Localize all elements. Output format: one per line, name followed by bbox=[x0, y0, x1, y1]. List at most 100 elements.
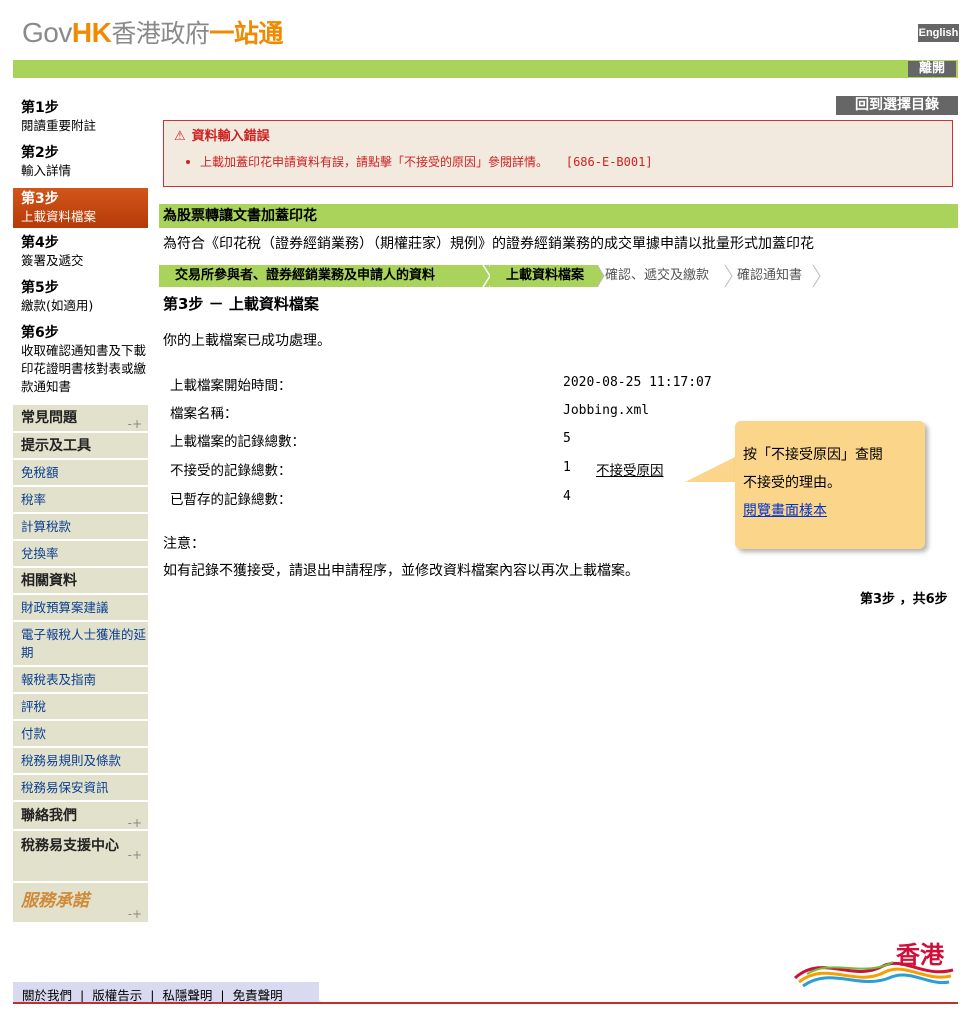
row-value-total-records: 5 bbox=[563, 431, 571, 446]
step-title: 第6步 bbox=[21, 325, 59, 341]
success-message: 你的上載檔案已成功處理。 bbox=[163, 333, 331, 349]
logo-gov: Gov bbox=[22, 17, 72, 48]
help-tooltip: 按「不接受原因」查閱 不接受的理由。 閱覽畫面樣本 bbox=[735, 421, 925, 549]
step-desc: 輸入詳情 bbox=[21, 163, 72, 178]
menu-faq[interactable]: 常見問題 -+ bbox=[13, 405, 148, 433]
footer-divider: | bbox=[220, 988, 225, 1003]
menu-contact-label: 聯絡我們 bbox=[21, 808, 77, 824]
tooltip-pointer bbox=[685, 454, 741, 482]
row-value-rejected-records: 1 bbox=[563, 460, 571, 475]
row-label-file-name: 檔案名稱： bbox=[170, 406, 238, 422]
menu-contact[interactable]: 聯絡我們 -+ bbox=[13, 802, 148, 831]
footer-divider: | bbox=[80, 988, 85, 1003]
row-value-file-name: Jobbing.xml bbox=[563, 403, 650, 418]
error-box: ⚠ 資料輸入錯誤 上載加蓋印花申請資料有誤，請點擊「不接受的原因」參閱詳情。 [6… bbox=[163, 120, 953, 187]
progress-arrow-icon bbox=[812, 265, 821, 287]
menu-item-rules[interactable]: 稅務易規則及條款 bbox=[13, 748, 148, 775]
menu-faq-label: 常見問題 bbox=[21, 410, 77, 426]
row-label-saved-records: 已暫存的記錄總數： bbox=[170, 492, 292, 508]
step-desc: 上載資料檔案 bbox=[21, 209, 97, 224]
step-6: 第6步 收取確認通知書及下載印花證明書核對表或繳款通知書 bbox=[13, 324, 148, 400]
reject-reason-link[interactable]: 不接受原因 bbox=[596, 459, 664, 479]
menu-tips: 提示及工具 bbox=[13, 433, 148, 460]
step-5: 第5步 繳款(如適用) bbox=[13, 279, 148, 319]
note-text: 如有記錄不獲接受，請退出申請程序，並修改資料檔案內容以再次上載檔案。 bbox=[163, 563, 639, 579]
row-value-saved-records: 4 bbox=[563, 489, 571, 504]
logo-hk: HK bbox=[71, 17, 112, 48]
step-desc: 閱讀重要附註 bbox=[21, 118, 97, 133]
expand-icon: -+ bbox=[127, 906, 142, 921]
menu-item-allowance[interactable]: 免稅額 bbox=[13, 460, 148, 487]
section-title: 為股票轉讓文書加蓋印花 bbox=[159, 204, 958, 228]
menu-support[interactable]: 稅務易支援中心 -+ bbox=[13, 831, 148, 883]
progress-step-2-current: 上載資料檔案 bbox=[490, 265, 596, 287]
header-bar bbox=[13, 60, 958, 78]
step-4: 第4步 簽署及遞交 bbox=[13, 234, 148, 274]
row-value-start-time: 2020-08-25 11:17:07 bbox=[563, 375, 712, 390]
error-title-text: 資料輸入錯誤 bbox=[191, 129, 270, 144]
row-label-start-time: 上載檔案開始時間： bbox=[170, 378, 292, 394]
error-title: ⚠ 資料輸入錯誤 bbox=[174, 125, 270, 144]
menu-item-payment[interactable]: 付款 bbox=[13, 721, 148, 748]
tooltip-line-1: 按「不接受原因」查閱 bbox=[743, 447, 883, 463]
warning-icon: ⚠ bbox=[174, 129, 186, 144]
expand-icon: -+ bbox=[127, 848, 142, 862]
footer-link-disclaimer[interactable]: 免責聲明 bbox=[233, 988, 283, 1003]
row-label-rejected-records: 不接受的記錄總數： bbox=[170, 463, 292, 479]
menu-item-assessment[interactable]: 評稅 bbox=[13, 694, 148, 721]
error-message-text: 上載加蓋印花申請資料有誤，請點擊「不接受的原因」參閱詳情。 bbox=[200, 155, 549, 169]
footer-bar-tail bbox=[295, 982, 321, 1002]
footer-link-about[interactable]: 關於我們 bbox=[22, 988, 72, 1003]
bullet-icon bbox=[186, 160, 190, 164]
step-title: 第4步 bbox=[21, 235, 59, 251]
step-desc: 收取確認通知書及下載印花證明書核對表或繳款通知書 bbox=[21, 343, 147, 394]
menu-item-budget[interactable]: 財政預算案建議 bbox=[13, 595, 148, 622]
progress-step-1: 交易所參與者、證券經銷業務及申請人的資料 bbox=[159, 265, 489, 287]
brand-dragon-icon bbox=[794, 961, 954, 988]
logout-button[interactable]: 離開 bbox=[908, 61, 956, 77]
menu-support-label: 稅務易支援中心 bbox=[21, 838, 119, 854]
error-code: [686-E-B001] bbox=[565, 155, 653, 169]
footer-line bbox=[13, 1002, 958, 1004]
step-count: 第3步 ，共6步 bbox=[860, 592, 948, 607]
menu-item-returns[interactable]: 報稅表及指南 bbox=[13, 667, 148, 694]
menu-tips-label: 提示及工具 bbox=[21, 438, 91, 454]
footer-divider: | bbox=[150, 988, 155, 1003]
menu-related-label: 相關資料 bbox=[21, 573, 77, 589]
step-title: 第5步 bbox=[21, 280, 59, 296]
view-sample-link[interactable]: 閱覽畫面樣本 bbox=[743, 497, 917, 525]
progress-step-4: 確認通知書 bbox=[737, 268, 803, 283]
back-to-menu-button[interactable]: 回到選擇目錄 bbox=[836, 96, 958, 115]
step-title: 第1步 bbox=[21, 100, 59, 116]
footer-link-privacy[interactable]: 私隱聲明 bbox=[162, 988, 212, 1003]
logo-zh2: 一站通 bbox=[209, 20, 283, 48]
sidebar-menu: 常見問題 -+ 提示及工具 免稅額 稅率 計算稅款 兌換率 相關資料 財政預算案建… bbox=[13, 405, 148, 922]
step-heading: 第3步 － 上載資料檔案 bbox=[163, 295, 319, 313]
step-2: 第2步 輸入詳情 bbox=[13, 144, 148, 184]
step-1: 第1步 閱讀重要附註 bbox=[13, 99, 148, 139]
menu-item-tax-calc[interactable]: 計算稅款 bbox=[13, 514, 148, 541]
step-desc: 簽署及遞交 bbox=[21, 253, 84, 268]
step-title: 第3步 bbox=[21, 191, 59, 207]
row-label-total-records: 上載檔案的記錄總數： bbox=[170, 434, 305, 450]
progress-step-3: 確認、遞交及繳款 bbox=[605, 268, 710, 283]
menu-related: 相關資料 bbox=[13, 568, 148, 595]
menu-item-tax-rate[interactable]: 稅率 bbox=[13, 487, 148, 514]
footer-link-copyright[interactable]: 版權告示 bbox=[92, 988, 142, 1003]
menu-pledge[interactable]: 服務承諾 -+ bbox=[13, 883, 148, 922]
step-desc: 繳款(如適用) bbox=[21, 298, 94, 313]
note-label: 注意： bbox=[163, 536, 205, 552]
menu-item-extension[interactable]: 電子報稅人士獲准的延期 bbox=[13, 622, 148, 667]
menu-item-exchange-rate[interactable]: 兌換率 bbox=[13, 541, 148, 568]
tooltip-line-2: 不接受的理由。 bbox=[743, 475, 841, 491]
step-3-current: 第3步 上載資料檔案 bbox=[13, 188, 148, 228]
logo-zh1: 香港政府 bbox=[111, 20, 210, 48]
govhk-logo[interactable]: GovHK香港政府一站通 bbox=[22, 16, 283, 51]
menu-pledge-label: 服務承諾 bbox=[21, 891, 89, 911]
step-title: 第2步 bbox=[21, 145, 59, 161]
error-message: 上載加蓋印花申請資料有誤，請點擊「不接受的原因」參閱詳情。 [686-E-B00… bbox=[200, 153, 653, 170]
progress-arrow-icon bbox=[724, 265, 733, 287]
section-description: 為符合《印花稅（證券經銷業務）（期權莊家）規例》的證券經銷業務的成交單據申請以批… bbox=[163, 236, 814, 252]
english-button[interactable]: English bbox=[918, 24, 959, 42]
menu-item-security[interactable]: 稅務易保安資訊 bbox=[13, 775, 148, 802]
